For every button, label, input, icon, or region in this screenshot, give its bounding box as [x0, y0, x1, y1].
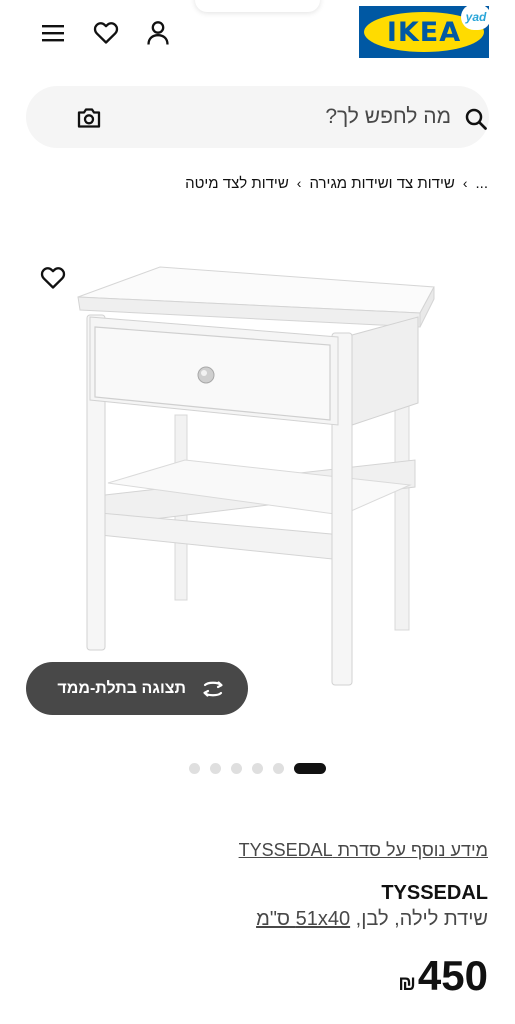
chevron-left-icon: ›: [462, 175, 468, 191]
product-description: שידת לילה, לבן, 51x40 ס"מ: [256, 908, 488, 931]
price-value: 450: [417, 952, 488, 999]
product-dimensions-link[interactable]: 51x40 ס"מ: [256, 908, 350, 930]
chevron-left-icon: ›: [296, 175, 302, 191]
breadcrumb-item-bedside-tables[interactable]: שידות לצד מיטה: [185, 175, 289, 192]
currency-symbol: ₪: [398, 973, 416, 995]
product-description-text: שידת לילה, לבן,: [355, 908, 488, 930]
product-price: ₪ 450: [398, 952, 488, 1000]
camera-icon[interactable]: [72, 101, 106, 135]
carousel-dot[interactable]: [189, 762, 200, 774]
search-icon[interactable]: [461, 104, 491, 134]
product-image[interactable]: [70, 255, 450, 695]
carousel-dot-active[interactable]: [294, 762, 326, 774]
header: IKEA yad: [0, 0, 515, 70]
search-input[interactable]: [106, 103, 451, 131]
product-name: TYSSEDAL: [381, 882, 488, 904]
logo-text: IKEA: [386, 16, 462, 48]
view-3d-label: תצוגה בתלת-ממד: [57, 679, 186, 697]
menu-icon[interactable]: [38, 18, 68, 48]
view-3d-button[interactable]: תצוגה בתלת-ממד: [26, 662, 248, 715]
favorite-heart-icon[interactable]: [38, 263, 68, 293]
breadcrumb-item-side-tables[interactable]: שידות צד ושידות מגירה: [309, 175, 454, 192]
user-icon[interactable]: [143, 18, 173, 48]
breadcrumb: ... › שידות צד ושידות מגירה › שידות לצד …: [185, 172, 488, 194]
breadcrumb-item-ellipsis[interactable]: ...: [475, 175, 488, 192]
rotate-3d-icon: [198, 674, 228, 704]
carousel-dot[interactable]: [210, 762, 221, 774]
heart-icon[interactable]: [91, 18, 121, 48]
search-bar: [26, 86, 489, 148]
yad-badge[interactable]: yad: [461, 4, 491, 30]
carousel-dot[interactable]: [252, 762, 263, 774]
series-info-link[interactable]: מידע נוסף על סדרת TYSSEDAL: [239, 840, 488, 861]
carousel-dots: [189, 761, 326, 775]
carousel-dot[interactable]: [231, 762, 242, 774]
carousel-dot[interactable]: [273, 762, 284, 774]
